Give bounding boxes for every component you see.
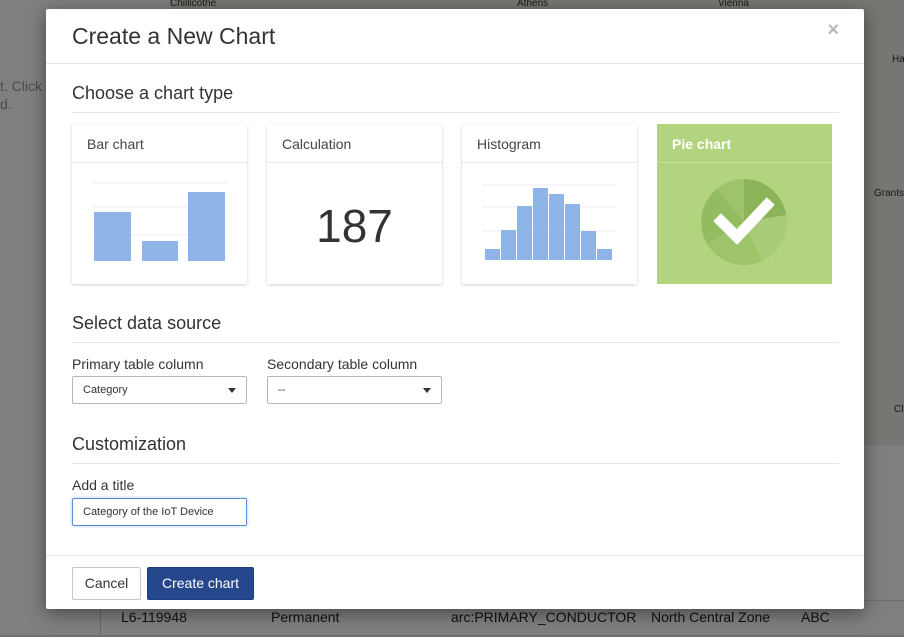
dialog-header: Create a New Chart × — [46, 9, 864, 64]
secondary-column-select[interactable]: -- — [267, 376, 442, 404]
primary-column-select[interactable]: Category — [72, 376, 247, 404]
chart-type-bar[interactable]: Bar chart — [72, 124, 247, 284]
close-icon[interactable]: × — [827, 19, 839, 42]
histogram-icon — [482, 184, 617, 260]
create-chart-dialog: Create a New Chart × Choose a chart type… — [46, 9, 864, 609]
card-label: Bar chart — [72, 124, 247, 163]
chart-type-heading: Choose a chart type — [72, 83, 234, 103]
chart-title-input[interactable] — [72, 498, 247, 526]
divider — [72, 342, 839, 343]
divider — [72, 463, 839, 464]
dialog-footer: Cancel Create chart — [46, 555, 864, 610]
data-source-heading: Select data source — [72, 313, 222, 333]
customization-heading: Customization — [72, 434, 187, 454]
calculation-value: 187 — [316, 200, 393, 252]
chart-type-calculation[interactable]: Calculation 187 — [267, 124, 442, 284]
check-icon — [713, 197, 775, 245]
chart-type-pie[interactable]: Pie chart — [657, 124, 832, 284]
divider — [72, 112, 839, 113]
chart-type-histogram[interactable]: Histogram — [462, 124, 637, 284]
cancel-button[interactable]: Cancel — [72, 567, 141, 600]
card-label: Pie chart — [657, 124, 832, 163]
dialog-title: Create a New Chart — [72, 23, 276, 49]
bar-chart-icon — [92, 182, 227, 261]
primary-column-label: Primary table column — [72, 356, 204, 372]
caret-down-icon — [423, 388, 431, 393]
caret-down-icon — [228, 388, 236, 393]
create-chart-button[interactable]: Create chart — [147, 567, 254, 600]
card-label: Calculation — [267, 124, 442, 163]
secondary-column-label: Secondary table column — [267, 356, 418, 372]
card-label: Histogram — [462, 124, 637, 163]
title-field-label: Add a title — [72, 477, 135, 493]
